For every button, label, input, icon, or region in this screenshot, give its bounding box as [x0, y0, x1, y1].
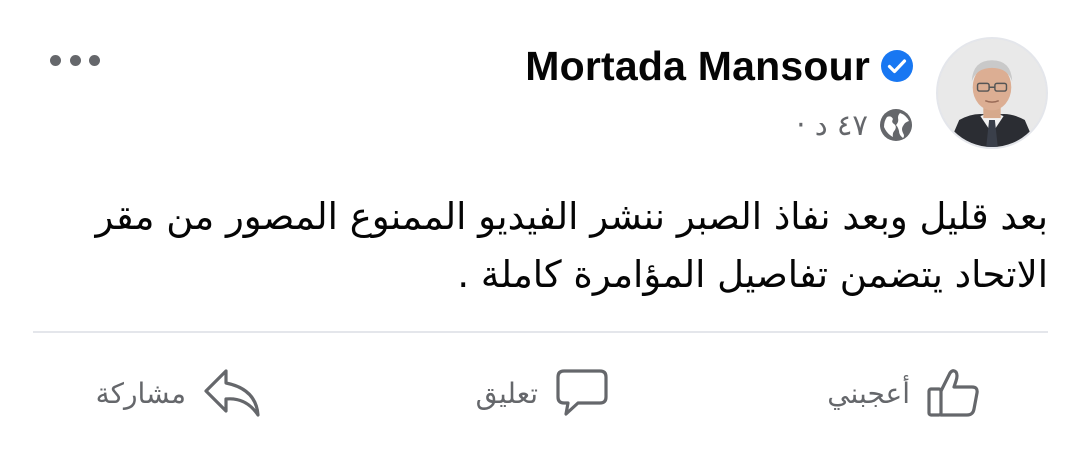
- author-name[interactable]: Mortada Mansour: [525, 43, 870, 90]
- post-meta: ٤٧ د ·: [796, 103, 914, 147]
- dot: [89, 54, 100, 66]
- thumbs-up-icon: [927, 369, 979, 417]
- comment-button[interactable]: تعليق: [476, 360, 610, 426]
- dot: [69, 54, 81, 66]
- like-label: أعجبني: [827, 376, 910, 410]
- share-button[interactable]: مشاركة: [96, 360, 262, 426]
- post-text: بعد قليل وبعد نفاذ الصبر ننشر الفيديو ال…: [83, 195, 1048, 296]
- share-label: مشاركة: [95, 376, 186, 410]
- comment-label: تعليق: [475, 376, 538, 410]
- dot: [50, 54, 61, 66]
- author-header: Mortada Mansour: [525, 36, 914, 96]
- post-timestamp[interactable]: ٤٧ د ·: [796, 108, 868, 142]
- avatar-photo: [938, 39, 1046, 147]
- share-arrow-icon: [204, 369, 260, 417]
- comment-bubble-icon: [556, 369, 608, 416]
- globe-icon: [880, 109, 912, 141]
- more-options-icon[interactable]: [50, 48, 100, 72]
- divider: [33, 331, 1048, 333]
- like-button[interactable]: أعجبني: [827, 360, 982, 426]
- verified-badge-icon: [881, 50, 913, 82]
- author-avatar[interactable]: [936, 37, 1048, 149]
